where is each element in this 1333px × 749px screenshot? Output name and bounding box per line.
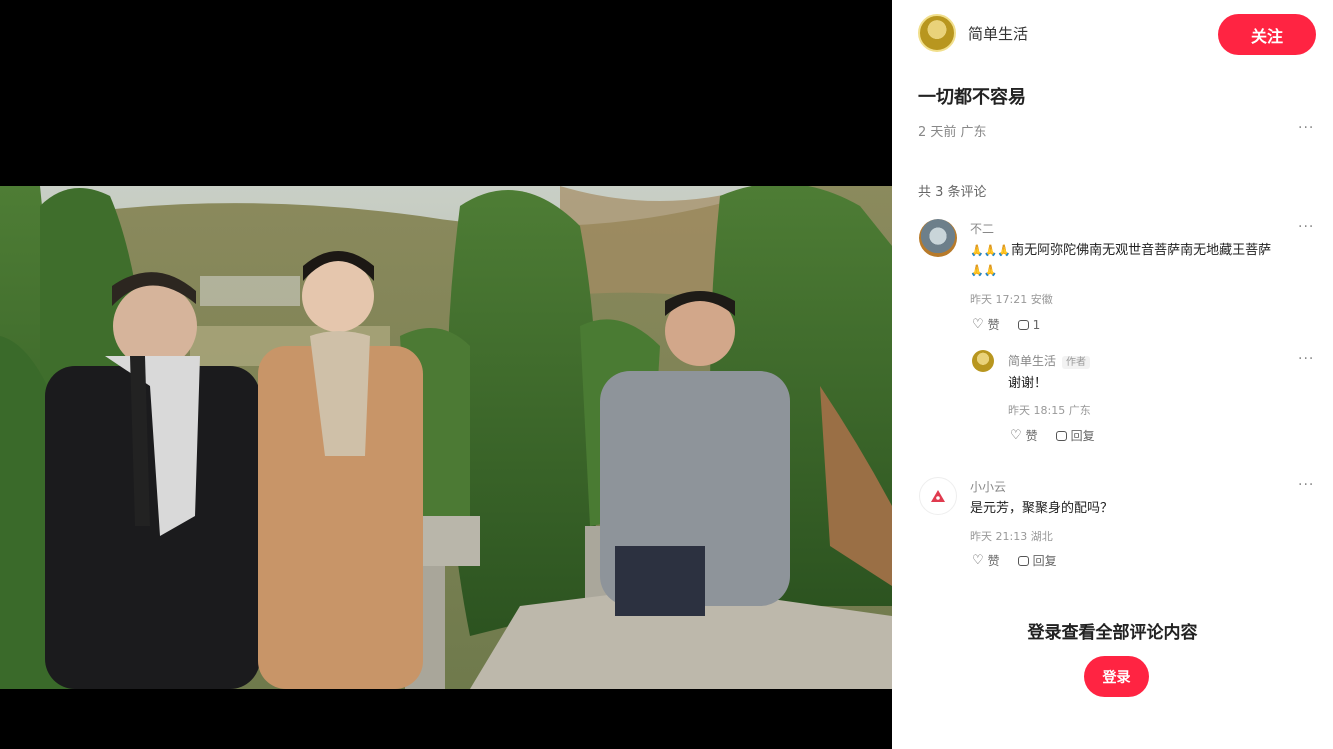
comment-avatar[interactable] — [919, 477, 957, 515]
media-viewer — [0, 0, 892, 749]
reply-button[interactable]: 1 — [1017, 317, 1041, 332]
comment-text: 🙏🙏🙏南无阿弥陀佛南无观世音菩萨南无地藏王菩萨 🙏🙏 — [970, 241, 1315, 281]
comment-actions: ♡ 赞 回复 — [972, 552, 1057, 569]
login-hint: 登录查看全部评论内容 — [1027, 623, 1198, 643]
comment-more-icon[interactable]: ··· — [1298, 219, 1314, 235]
comment-avatar[interactable] — [919, 219, 957, 257]
like-button[interactable]: ♡ 赞 — [972, 316, 1000, 333]
comment-bubble-icon — [1017, 555, 1029, 566]
heart-icon: ♡ — [1010, 428, 1022, 443]
reply-more-icon[interactable]: ··· — [1298, 351, 1314, 367]
author-info[interactable]: 简单生活 — [918, 14, 1028, 52]
reply-text: 谢谢！ — [1008, 376, 1048, 391]
author-name[interactable]: 简单生活 — [968, 23, 1028, 44]
praying-hands-icon: 🙏🙏 — [970, 264, 998, 277]
reply-label: 回复 — [1070, 429, 1095, 443]
comment-bubble-icon — [1055, 430, 1067, 441]
reply-actions: ♡ 赞 回复 — [1010, 427, 1095, 444]
post-title: 一切都不容易 — [918, 87, 1026, 108]
follow-button[interactable]: 关注 — [1218, 14, 1316, 55]
comment-more-icon[interactable]: ··· — [1298, 477, 1314, 493]
reply-username[interactable]: 简单生活 作者 — [1008, 352, 1091, 369]
heart-icon: ♡ — [972, 553, 984, 568]
reply-count: 1 — [1032, 317, 1041, 332]
warning-triangle-icon — [931, 490, 945, 502]
comment-actions: ♡ 赞 1 — [972, 316, 1040, 333]
comment-text: 是元芳，聚聚身的配吗？ — [970, 501, 1114, 516]
comment-bubble-icon — [1017, 319, 1029, 330]
reply-label: 回复 — [1032, 554, 1057, 568]
comment-count: 共 3 条评论 — [918, 185, 987, 200]
reply-name[interactable]: 简单生活 — [1008, 354, 1056, 368]
reply-button[interactable]: 回复 — [1017, 552, 1057, 569]
reply-button[interactable]: 回复 — [1055, 427, 1095, 444]
comment-meta: 昨天 21:13 湖北 — [970, 530, 1053, 543]
post-detail-panel: 简单生活 关注 一切都不容易 2 天前 广东 ··· 共 3 条评论 不二 ··… — [892, 0, 1333, 749]
like-button[interactable]: ♡ 赞 — [972, 552, 1000, 569]
author-badge: 作者 — [1062, 356, 1091, 369]
comment-username[interactable]: 小小云 — [970, 478, 1006, 495]
author-avatar[interactable] — [918, 14, 956, 52]
login-button[interactable]: 登录 — [1084, 656, 1149, 697]
post-photo — [0, 186, 892, 689]
like-label: 赞 — [1025, 429, 1038, 443]
comment-body: 南无阿弥陀佛南无观世音菩萨南无地藏王菩萨 — [1011, 243, 1272, 258]
post-meta: 2 天前 广东 — [918, 125, 987, 140]
comment-username[interactable]: 不二 — [970, 220, 994, 237]
like-button[interactable]: ♡ 赞 — [1010, 427, 1038, 444]
reply-meta: 昨天 18:15 广东 — [1008, 404, 1091, 417]
reply-avatar[interactable] — [972, 350, 994, 372]
heart-icon: ♡ — [972, 317, 984, 332]
post-more-icon[interactable]: ··· — [1298, 120, 1314, 136]
like-label: 赞 — [987, 318, 1000, 332]
praying-hands-icon: 🙏🙏🙏 — [970, 244, 1012, 257]
comment-meta: 昨天 17:21 安徽 — [970, 293, 1053, 306]
like-label: 赞 — [987, 554, 1000, 568]
